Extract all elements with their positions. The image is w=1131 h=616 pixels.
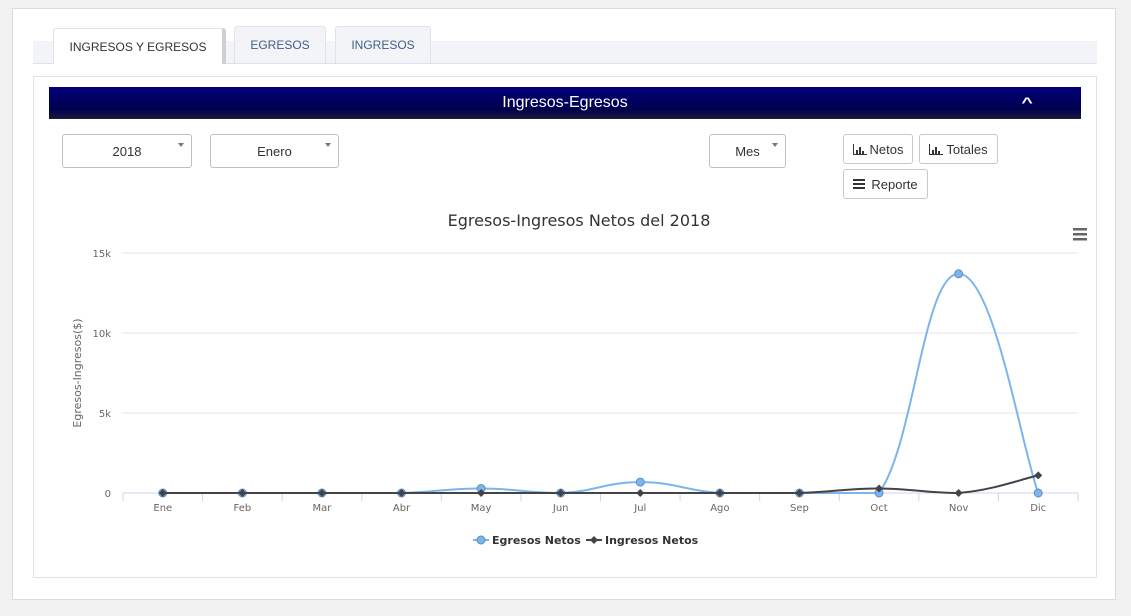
x-tick-label: Mar	[313, 503, 333, 514]
legend-item-1[interactable]: Ingresos Netos	[586, 534, 699, 547]
data-point	[954, 489, 963, 497]
chart-title: Egresos-Ingresos Netos del 2018	[448, 211, 711, 230]
month-select-value: Enero	[257, 143, 292, 159]
totales-button[interactable]: Totales	[919, 134, 998, 164]
hamburger-menu-icon[interactable]	[1073, 228, 1087, 241]
tab-ingresos-y-egresos[interactable]: INGRESOS Y EGRESOS	[53, 28, 226, 64]
data-point	[635, 477, 645, 487]
caret-down-icon	[325, 143, 331, 147]
series-line-0	[162, 272, 1040, 495]
period-select-value: Mes	[735, 143, 760, 159]
data-point	[954, 269, 964, 279]
x-tick-label: Ene	[153, 503, 172, 514]
x-tick-label: Jun	[552, 503, 569, 514]
y-tick-label: 15k	[92, 249, 111, 260]
line-chart: Egresos-Ingresos Netos del 2018 0 5k 10k 15k…	[71, 211, 1087, 547]
circle-marker-icon	[476, 535, 486, 545]
chevron-up-icon[interactable]: ^	[1021, 94, 1032, 110]
data-point	[636, 489, 645, 497]
x-tick-label: May	[471, 503, 492, 514]
x-tick-label: Feb	[234, 503, 252, 514]
list-icon	[853, 179, 866, 189]
tab-ingresos[interactable]: INGRESOS	[335, 26, 431, 63]
y-axis-label: Egresos-Ingresos($)	[71, 318, 84, 427]
x-tick-label: Dic	[1030, 503, 1046, 514]
y-tick-label: 5k	[99, 409, 111, 420]
series-line-1	[162, 474, 1039, 495]
x-tick-label: Sep	[790, 503, 809, 514]
reporte-button-label: Reporte	[871, 176, 918, 192]
data-point	[1034, 471, 1043, 480]
y-tick-label: 10k	[92, 329, 111, 340]
period-select[interactable]: Mes	[709, 134, 786, 168]
panel-header: Ingresos-Egresos ^	[49, 87, 1081, 119]
x-tick-label: Oct	[870, 503, 887, 514]
x-tick-label: Abr	[393, 503, 411, 514]
main-container: INGRESOS Y EGRESOS EGRESOS INGRESOS Ingr…	[12, 8, 1116, 600]
bar-chart-icon	[852, 143, 867, 155]
diamond-marker-icon	[590, 536, 598, 544]
caret-down-icon	[178, 143, 184, 147]
legend-item-0[interactable]: Egresos Netos	[473, 534, 581, 547]
month-select[interactable]: Enero	[210, 134, 339, 168]
panel-title: Ingresos-Egresos	[502, 94, 628, 111]
caret-down-icon	[772, 143, 778, 147]
x-tick-label: Jul	[633, 503, 646, 514]
legend-label: Egresos Netos	[492, 534, 581, 547]
x-tick-label: Ago	[710, 503, 729, 514]
netos-button-label: Netos	[869, 141, 904, 157]
tab-egresos[interactable]: EGRESOS	[234, 26, 326, 63]
legend-label: Ingresos Netos	[605, 534, 699, 547]
data-point	[1033, 488, 1043, 498]
totales-button-label: Totales	[946, 141, 988, 157]
bar-chart-icon	[929, 143, 944, 155]
year-select[interactable]: 2018	[62, 134, 192, 168]
netos-button[interactable]: Netos	[843, 134, 913, 164]
reporte-button[interactable]: Reporte	[843, 169, 928, 199]
year-select-value: 2018	[112, 143, 142, 159]
x-tick-label: Nov	[949, 503, 969, 514]
y-tick-label: 0	[105, 489, 111, 500]
